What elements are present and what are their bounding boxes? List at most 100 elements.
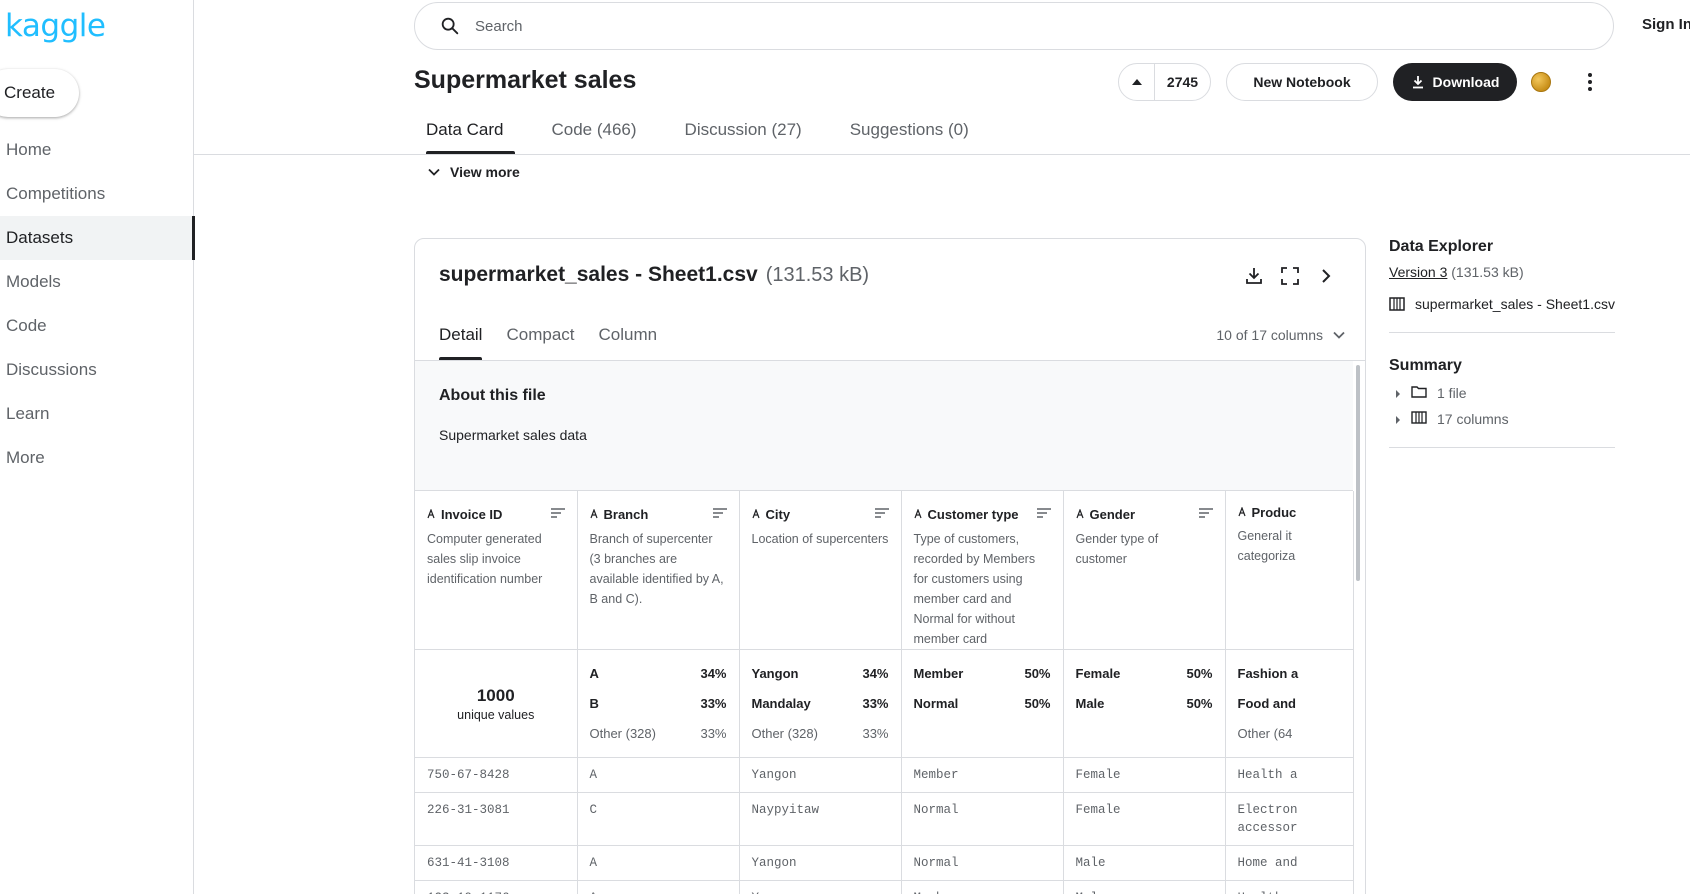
sort-icon[interactable] — [1036, 505, 1051, 523]
column-name[interactable]: City — [751, 506, 791, 522]
version-info: Version 3 (131.53 kB) — [1389, 264, 1615, 280]
column-header: Customer type Type of customers, recorded… — [901, 491, 1064, 650]
stat-value: Other (328) — [589, 726, 656, 741]
sidebar-item-models[interactable]: Models — [0, 260, 194, 304]
column-description: Computer generated sales slip invoice id… — [427, 532, 543, 586]
fullscreen-icon[interactable] — [1279, 265, 1301, 287]
explorer-file-item[interactable]: supermarket_sales - Sheet1.csv — [1389, 296, 1615, 312]
sidebar: kaggle Create Home Competitions Datasets Mo… — [0, 0, 195, 894]
sort-icon[interactable] — [712, 505, 727, 523]
summary-item[interactable]: 17 columns — [1389, 411, 1615, 427]
table-row[interactable]: 226-31-3081 C Naypyitaw Normal Female Electro… — [415, 792, 1354, 846]
stat-row: Other (328) 33% — [752, 726, 889, 756]
new-notebook-button[interactable]: New Notebook — [1226, 63, 1378, 101]
stat-value: Normal — [913, 696, 959, 711]
version-link[interactable]: Version 3 — [1389, 264, 1447, 280]
column-stats: A 34% B 33% Other (328) 33% — [577, 649, 740, 758]
stat-value: Food and — [1237, 696, 1297, 711]
column-name[interactable]: Invoice ID — [427, 507, 502, 522]
column-description: Gender type of customer — [1075, 532, 1159, 566]
kaggle-logo[interactable]: kaggle — [5, 8, 106, 44]
column-header-top: City — [751, 505, 889, 523]
upvote-control[interactable]: 2745 — [1118, 63, 1211, 101]
column-name-text: Branch — [603, 506, 649, 522]
string-type-icon — [589, 507, 598, 522]
sidebar-item-competitions[interactable]: Competitions — [0, 172, 194, 216]
sort-icon[interactable] — [874, 505, 889, 523]
sidebar-item-datasets[interactable]: Datasets — [0, 216, 195, 260]
stat-row: Food and — [1238, 696, 1341, 726]
string-type-icon — [427, 507, 435, 522]
download-file-icon[interactable] — [1243, 265, 1265, 287]
stat-percent: 50% — [1186, 666, 1213, 681]
stat-value: Member — [913, 666, 964, 681]
explorer-divider — [1389, 332, 1615, 333]
scrollbar[interactable] — [1356, 365, 1360, 581]
table-cell: Yangon — [739, 880, 902, 894]
tab-code[interactable]: Code (466) — [539, 110, 648, 154]
table-row[interactable]: 631-41-3108 A Yangon Normal Male Home and — [415, 845, 1354, 881]
column-header: Invoice ID Computer generated sales slip … — [415, 491, 578, 650]
sidebar-item-code[interactable]: Code — [0, 304, 194, 348]
tab-suggestions[interactable]: Suggestions (0) — [838, 110, 981, 154]
more-options-icon[interactable] — [1578, 70, 1602, 94]
upvote-button[interactable] — [1119, 64, 1155, 100]
column-count-label: 10 of 17 columns — [1216, 327, 1323, 343]
medal-icon[interactable] — [1531, 72, 1551, 92]
view-tab-compact[interactable]: Compact — [506, 317, 574, 360]
view-tab-column[interactable]: Column — [599, 317, 658, 360]
table-cell: Normal — [901, 845, 1064, 881]
table-cell: Male — [1063, 880, 1226, 894]
table-cell: Female — [1063, 792, 1226, 846]
file-size: (131.53 kB) — [765, 264, 870, 286]
sidebar-item-home[interactable]: Home — [0, 128, 194, 172]
column-name[interactable]: Produc — [1237, 505, 1296, 520]
column-name[interactable]: Customer type — [913, 507, 1019, 522]
column-header: Gender Gender type of customer — [1063, 491, 1226, 650]
column-name[interactable]: Gender — [1075, 506, 1136, 522]
stat-value: A — [589, 666, 599, 681]
table-row[interactable]: 123-19-1176AYangonMemberMaleHealth a — [415, 880, 1354, 894]
tab-data[interactable]: Data Card — [414, 110, 516, 154]
unique-values-summary: 1000 unique values — [427, 666, 565, 722]
sidebar-item-learn[interactable]: Learn — [0, 392, 194, 436]
column-name-text: Gender — [1089, 506, 1136, 522]
caret-right-icon[interactable] — [1395, 411, 1401, 427]
sort-icon[interactable] — [550, 505, 565, 523]
table-cell: Member — [901, 757, 1064, 793]
table-cell: 631-41-3108 — [415, 845, 578, 881]
summary-item[interactable]: 1 file — [1389, 385, 1615, 401]
search-input[interactable]: Search — [475, 18, 523, 35]
about-title: About this file — [439, 387, 546, 404]
download-button[interactable]: Download — [1393, 63, 1517, 101]
string-type-icon — [913, 507, 922, 522]
search-bar[interactable]: Search — [414, 2, 1614, 50]
summary-list: 1 file 17 columns — [1389, 385, 1615, 427]
column-header-top: Branch — [589, 505, 727, 523]
column-count-selector[interactable]: 10 of 17 columns — [1216, 327, 1345, 343]
table-row[interactable]: 750-67-8428 A Yangon Member Female Health a — [415, 757, 1354, 793]
sort-icon[interactable] — [1198, 505, 1213, 523]
column-name[interactable]: Branch — [589, 506, 649, 522]
table-icon — [1389, 297, 1405, 311]
summary-item-label: 17 columns — [1437, 411, 1509, 427]
sidebar-item-more[interactable]: More — [0, 436, 194, 480]
view-more-toggle[interactable]: View more — [428, 164, 520, 180]
table-cell: A — [577, 757, 740, 793]
column-name-text: City — [765, 506, 791, 522]
sign-in-link[interactable]: Sign In — [1642, 16, 1690, 33]
column-description: Type of customers, recorded by Members f… — [913, 532, 1036, 646]
column-name-text: Invoice ID — [441, 506, 503, 522]
view-tab-detail[interactable]: Detail — [439, 317, 483, 360]
chevron-right-icon[interactable] — [1315, 265, 1337, 287]
caret-right-icon[interactable] — [1395, 385, 1401, 401]
tabs-divider — [194, 154, 1690, 155]
vote-count: 2745 — [1166, 74, 1199, 90]
create-button[interactable]: Create — [0, 69, 79, 117]
stat-value: B — [589, 696, 599, 711]
column-stats: Member 50% Normal 50% — [901, 649, 1064, 758]
sidebar-item-discussions[interactable]: Discussions — [0, 348, 194, 392]
stat-row: Fashion a — [1238, 666, 1341, 696]
stat-value: Male — [1075, 696, 1105, 711]
tab-discussion[interactable]: Discussion (27) — [673, 110, 814, 154]
